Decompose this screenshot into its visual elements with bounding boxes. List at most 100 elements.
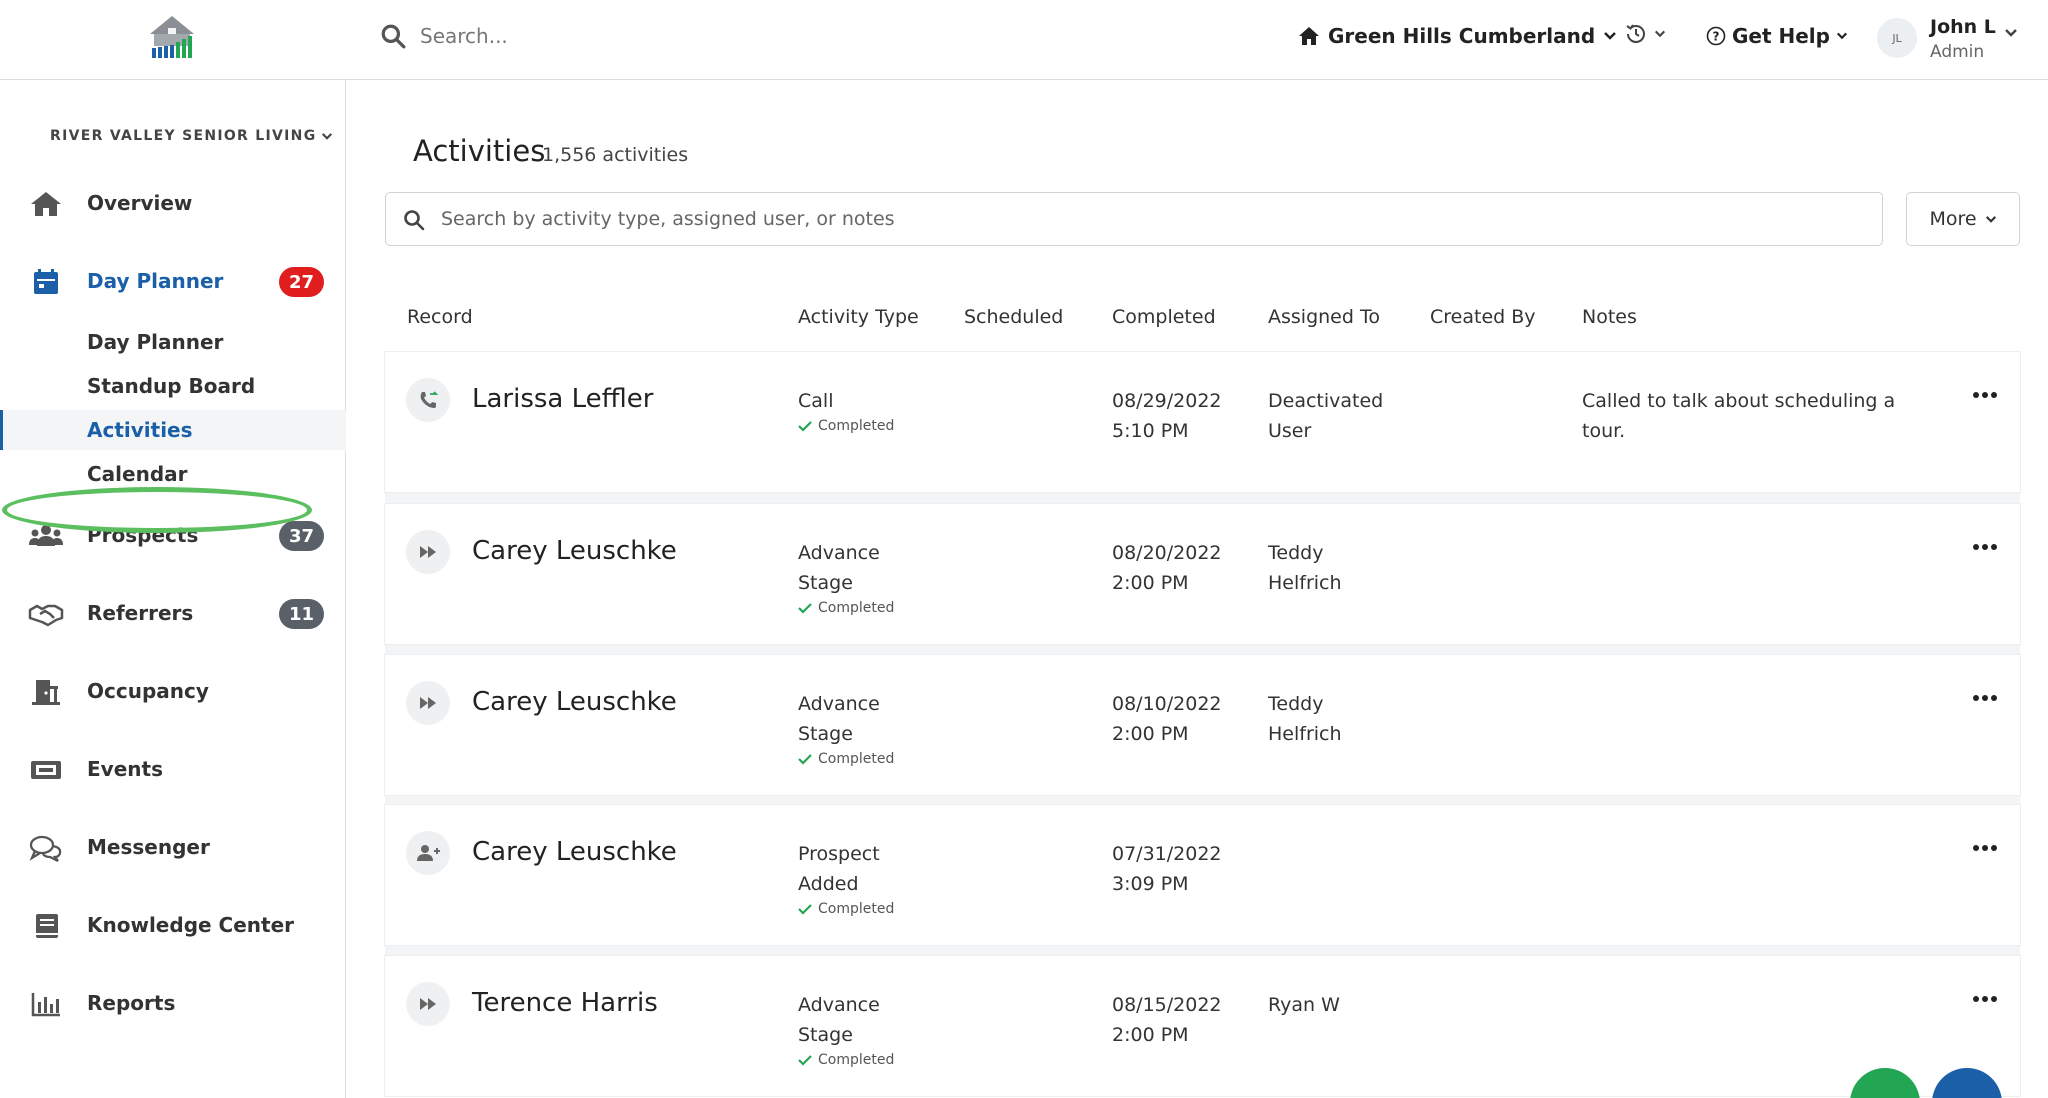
- column-header-scheduled[interactable]: Scheduled: [964, 306, 1063, 328]
- org-name: RIVER VALLEY SENIOR LIVING: [50, 128, 317, 144]
- sidebar-subitem-label: Day Planner: [87, 330, 224, 354]
- avatar[interactable]: JL: [1877, 18, 1917, 58]
- more-options-icon[interactable]: [1972, 390, 1998, 400]
- column-header-created-by[interactable]: Created By: [1430, 306, 1536, 328]
- more-button[interactable]: More: [1906, 192, 2020, 246]
- activity-search-input[interactable]: [441, 193, 1841, 245]
- search-icon: [381, 24, 406, 49]
- sidebar-item-knowledge-center[interactable]: Knowledge Center: [0, 904, 346, 948]
- record-name[interactable]: Terence Harris: [472, 988, 658, 1018]
- history-menu[interactable]: [1624, 22, 1666, 46]
- global-search-input[interactable]: Search...: [420, 24, 508, 48]
- sidebar-item-label: Occupancy: [87, 679, 209, 703]
- sidebar-item-prospects[interactable]: Prospects 37: [0, 514, 346, 558]
- sidebar-item-events[interactable]: Events: [0, 748, 346, 792]
- column-header-assigned-to[interactable]: Assigned To: [1268, 306, 1380, 328]
- completed-cell: 08/10/2022 2:00 PM: [1112, 689, 1222, 749]
- sidebar-item-label: Reports: [87, 991, 176, 1015]
- table-row[interactable]: Carey Leuschke Advance Stage Completed 0…: [385, 655, 2020, 795]
- users-icon: [29, 525, 63, 546]
- status: Completed: [798, 416, 908, 436]
- sidebar-item-overview[interactable]: Overview: [0, 182, 346, 226]
- row-divider: [385, 944, 2020, 956]
- status-label: Completed: [818, 1052, 895, 1068]
- home-icon: [31, 192, 61, 216]
- sidebar-item-label: Day Planner: [87, 269, 224, 293]
- record-name[interactable]: Carey Leuschke: [472, 687, 677, 717]
- phone-icon: [406, 378, 450, 422]
- sidebar-item-day-planner[interactable]: Day Planner 27: [0, 260, 346, 304]
- sidebar-item-referrers[interactable]: Referrers 11: [0, 592, 346, 636]
- record-name[interactable]: Carey Leuschke: [472, 837, 677, 867]
- activity-type-cell: Advance Stage Completed: [798, 689, 908, 769]
- activity-type: Advance Stage: [798, 693, 880, 745]
- sidebar-item-label: Prospects: [87, 523, 199, 547]
- more-options-icon[interactable]: [1972, 542, 1998, 552]
- sidebar-item-messenger[interactable]: Messenger: [0, 826, 346, 870]
- status-label: Completed: [818, 418, 895, 434]
- sidebar-subitem-activities[interactable]: Activities: [0, 410, 346, 450]
- sidebar-item-label: Referrers: [87, 601, 194, 625]
- home-icon: [1299, 27, 1319, 45]
- help-menu[interactable]: ? Get Help: [1706, 24, 1848, 48]
- fast-forward-icon: [406, 530, 450, 574]
- more-options-icon[interactable]: [1972, 843, 1998, 853]
- sidebar-item-reports[interactable]: Reports: [0, 982, 346, 1026]
- community-selector[interactable]: Green Hills Cumberland: [1298, 24, 1617, 48]
- activity-type-cell: Prospect Added Completed: [798, 839, 908, 919]
- check-icon: [798, 1055, 812, 1066]
- status-label: Completed: [818, 901, 895, 917]
- sidebar-subitem-label: Standup Board: [87, 374, 256, 398]
- sidebar-item-occupancy[interactable]: Occupancy: [0, 670, 346, 714]
- assigned-to: Deactivated User: [1268, 390, 1384, 442]
- more-options-icon[interactable]: [1972, 693, 1998, 703]
- assigned-to: Teddy Helfrich: [1268, 542, 1342, 594]
- sidebar-subitem-standup-board[interactable]: Standup Board: [0, 366, 346, 406]
- completed-time: 2:00 PM: [1112, 1024, 1189, 1046]
- user-name[interactable]: John L: [1930, 16, 1996, 38]
- column-header-activity-type[interactable]: Activity Type: [798, 306, 919, 328]
- sidebar-item-label: Overview: [87, 191, 193, 215]
- community-name: Green Hills Cumberland: [1328, 24, 1596, 48]
- help-icon: ?: [1706, 26, 1726, 46]
- completed-time: 5:10 PM: [1112, 420, 1189, 442]
- record-name[interactable]: Carey Leuschke: [472, 536, 677, 566]
- column-header-completed[interactable]: Completed: [1112, 306, 1216, 328]
- sidebar-subitem-calendar[interactable]: Calendar: [0, 454, 346, 494]
- activity-count: 1,556 activities: [542, 144, 689, 166]
- column-header-notes[interactable]: Notes: [1582, 306, 1637, 328]
- completed-date: 07/31/2022: [1112, 843, 1222, 865]
- completed-time: 2:00 PM: [1112, 723, 1189, 745]
- activity-search-box[interactable]: [385, 192, 1883, 246]
- company-logo[interactable]: [146, 14, 198, 60]
- fast-forward-icon: [406, 681, 450, 725]
- table-row[interactable]: Larissa Leffler Call Completed 08/29/202…: [385, 352, 2020, 492]
- sidebar-item-label: Events: [87, 757, 163, 781]
- check-icon: [798, 754, 812, 765]
- activity-type: Call: [798, 390, 834, 412]
- more-options-icon[interactable]: [1972, 994, 1998, 1004]
- chevron-down-icon[interactable]: [2004, 28, 2018, 38]
- status: Completed: [798, 749, 908, 769]
- chevron-down-icon: [1604, 32, 1617, 40]
- help-label: Get Help: [1732, 24, 1830, 48]
- sidebar-subitem-label: Calendar: [87, 462, 188, 486]
- completed-date: 08/15/2022: [1112, 994, 1222, 1016]
- sidebar: RIVER VALLEY SENIOR LIVING Overview Day …: [0, 80, 346, 1098]
- table-row[interactable]: Carey Leuschke Prospect Added Completed …: [385, 805, 2020, 945]
- activity-type-cell: Advance Stage Completed: [798, 538, 908, 618]
- table-row[interactable]: Terence Harris Advance Stage Completed 0…: [385, 956, 2020, 1096]
- org-selector[interactable]: RIVER VALLEY SENIOR LIVING: [50, 128, 333, 144]
- activity-type: Prospect Added: [798, 843, 880, 895]
- table-row[interactable]: Carey Leuschke Advance Stage Completed 0…: [385, 504, 2020, 644]
- row-divider: [385, 643, 2020, 655]
- chevron-down-icon: [1654, 30, 1666, 38]
- book-icon: [36, 914, 58, 938]
- calendar-icon: [34, 269, 58, 294]
- history-icon: [1626, 24, 1645, 43]
- sidebar-subitem-day-planner[interactable]: Day Planner: [0, 322, 346, 362]
- svg-text:?: ?: [1713, 30, 1720, 44]
- bar-chart-icon: [31, 993, 60, 1017]
- record-name[interactable]: Larissa Leffler: [472, 384, 653, 414]
- column-header-record[interactable]: Record: [407, 306, 473, 328]
